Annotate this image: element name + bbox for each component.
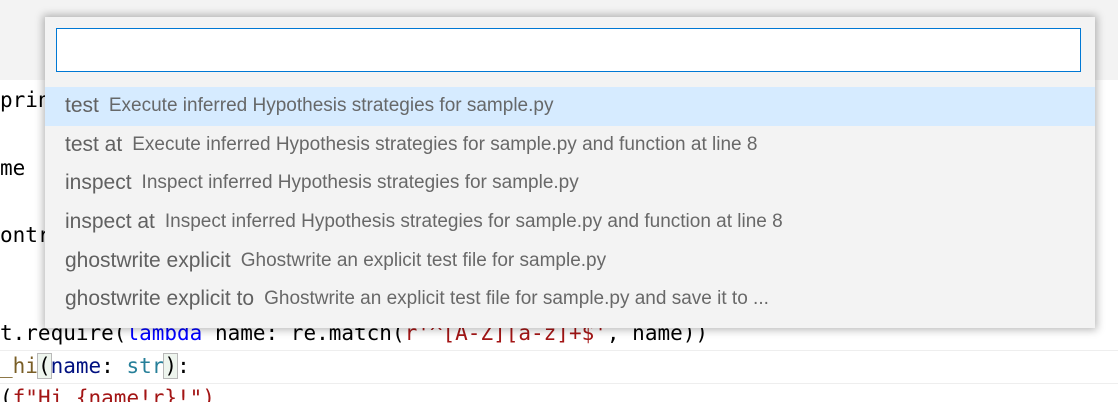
- quick-pick-item-ghostwrite-explicit-to[interactable]: ghostwrite explicit to Ghostwrite an exp…: [45, 280, 1095, 319]
- quick-pick-item-label: test: [65, 94, 99, 118]
- quick-pick-item-description: Inspect inferred Hypothesis strategies f…: [141, 172, 579, 194]
- quick-pick-item-ghostwrite-explicit[interactable]: ghostwrite explicit Ghostwrite an explic…: [45, 241, 1095, 280]
- bracket-match: (: [36, 353, 52, 379]
- quick-pick-item-test[interactable]: test Execute inferred Hypothesis strateg…: [45, 87, 1095, 126]
- code-function-name: _hi: [0, 354, 38, 378]
- quick-pick-item-description: Ghostwrite an explicit test file for sam…: [264, 288, 769, 310]
- code-token: :: [177, 354, 190, 378]
- code-token: (: [0, 386, 13, 402]
- quick-pick-list: test Execute inferred Hypothesis strateg…: [45, 87, 1095, 319]
- quick-pick-item-description: Execute inferred Hypothesis strategies f…: [132, 133, 758, 155]
- quick-pick-item-label: inspect: [65, 171, 132, 195]
- quick-pick-item-description: Ghostwrite an explicit test file for sam…: [240, 249, 607, 271]
- code-token: :: [101, 354, 127, 378]
- quick-pick-item-inspect-at[interactable]: inspect at Inspect inferred Hypothesis s…: [45, 203, 1095, 242]
- code-parameter: name: [50, 354, 102, 378]
- quick-pick-item-test-at[interactable]: test at Execute inferred Hypothesis stra…: [45, 126, 1095, 165]
- quick-pick-item-description: Execute inferred Hypothesis strategies f…: [108, 95, 554, 117]
- quick-pick-item-label: ghostwrite explicit: [65, 248, 231, 272]
- code-line-print: (f"Hi {name!r}!"): [0, 386, 215, 402]
- quick-pick-item-label: ghostwrite explicit to: [65, 287, 255, 311]
- bracket-match: ): [163, 353, 179, 379]
- quick-pick-input[interactable]: [56, 28, 1081, 72]
- code-string: f"Hi {name!r}!"): [12, 386, 215, 402]
- quick-pick-item-inspect[interactable]: inspect Inspect inferred Hypothesis stra…: [45, 164, 1095, 203]
- code-fragment: me: [0, 156, 26, 180]
- code-fragment: ontr: [0, 223, 51, 247]
- quick-pick-item-description: Inspect inferred Hypothesis strategies f…: [164, 211, 783, 233]
- code-type: str: [126, 354, 165, 378]
- quick-pick-widget: test Execute inferred Hypothesis strateg…: [45, 17, 1095, 328]
- code-line-def: _hi(name: str):: [0, 353, 190, 379]
- quick-pick-item-label: inspect at: [65, 210, 155, 234]
- quick-pick-item-label: test at: [65, 132, 123, 156]
